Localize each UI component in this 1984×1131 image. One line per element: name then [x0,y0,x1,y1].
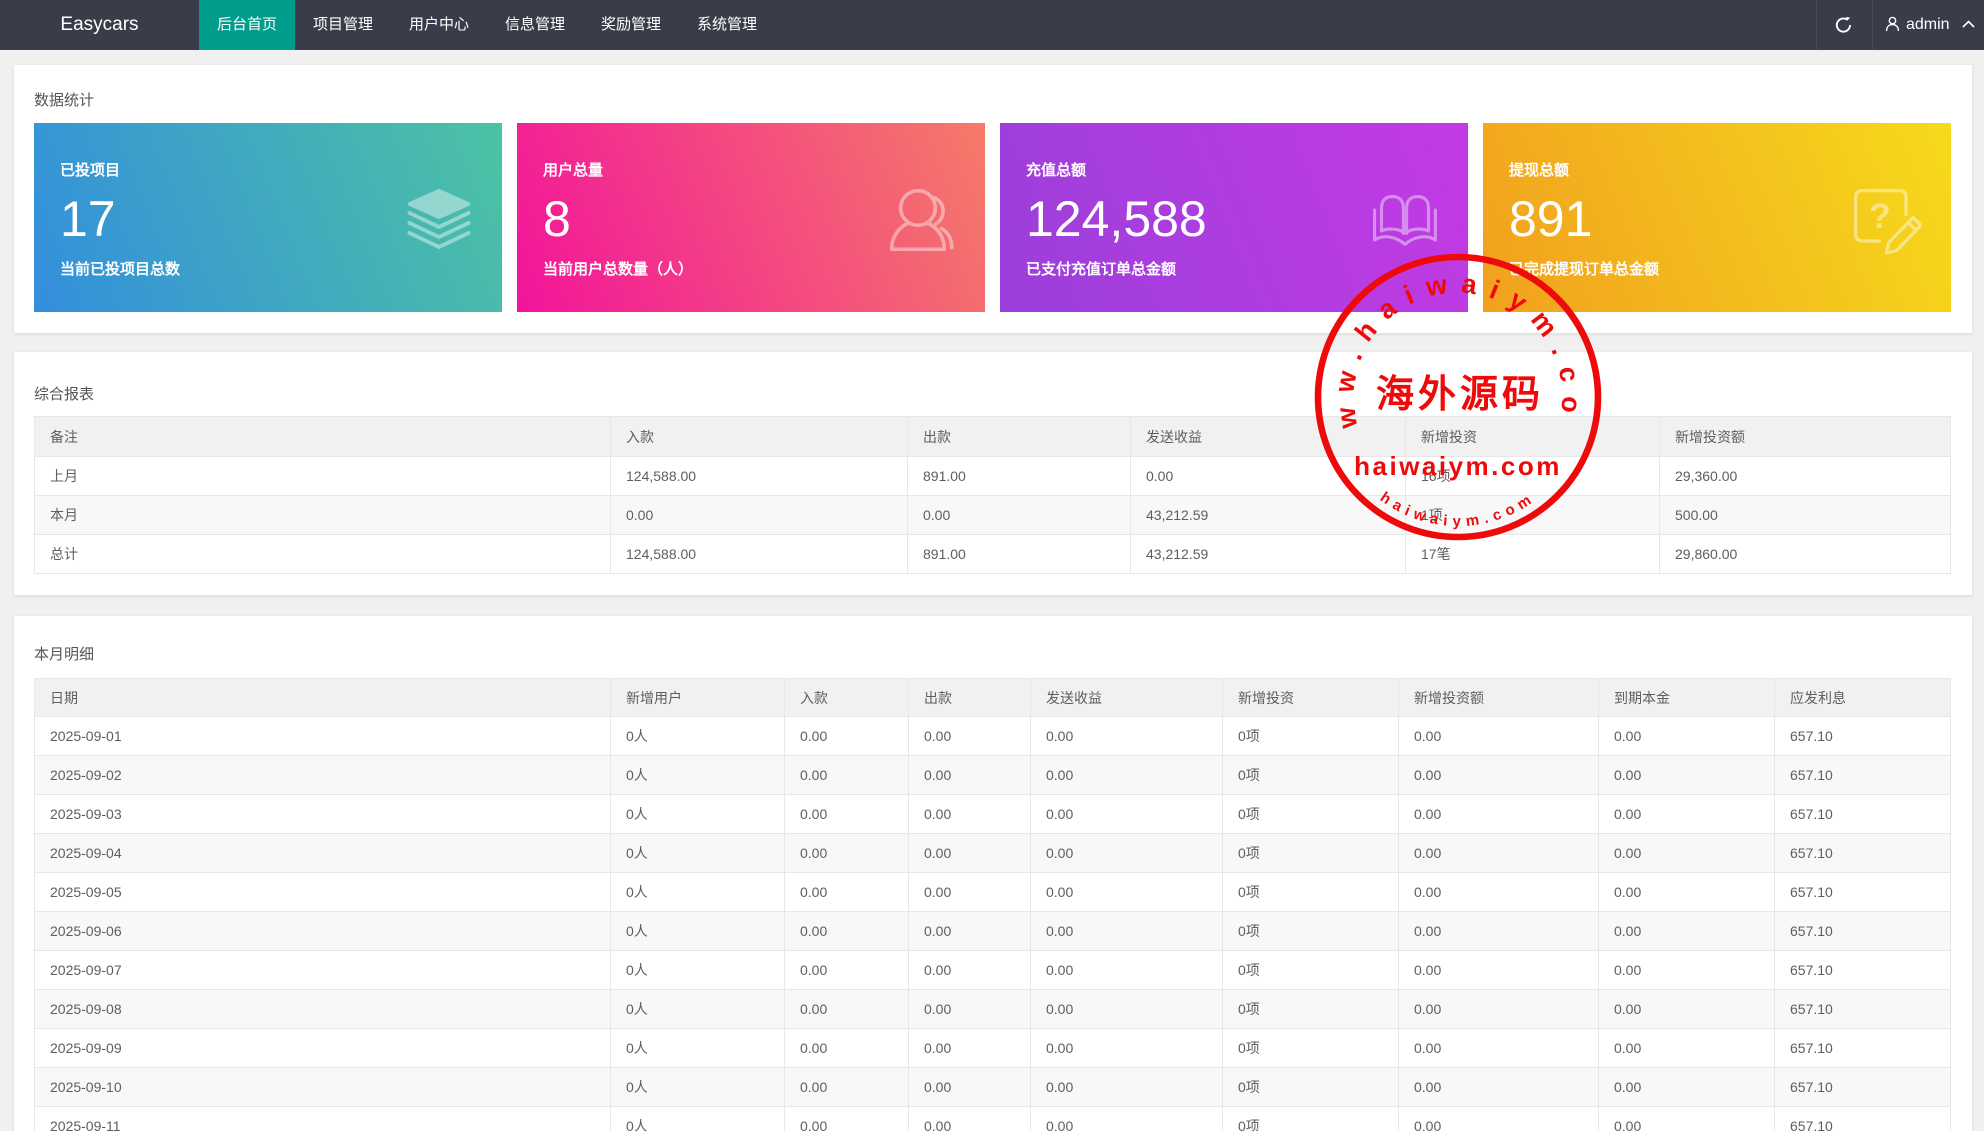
svg-text:海外源码: 海外源码 [1376,374,1544,416]
svg-text:?: ? [1869,197,1890,236]
svg-text:haiwaiym.com: haiwaiym.com [1354,451,1562,481]
